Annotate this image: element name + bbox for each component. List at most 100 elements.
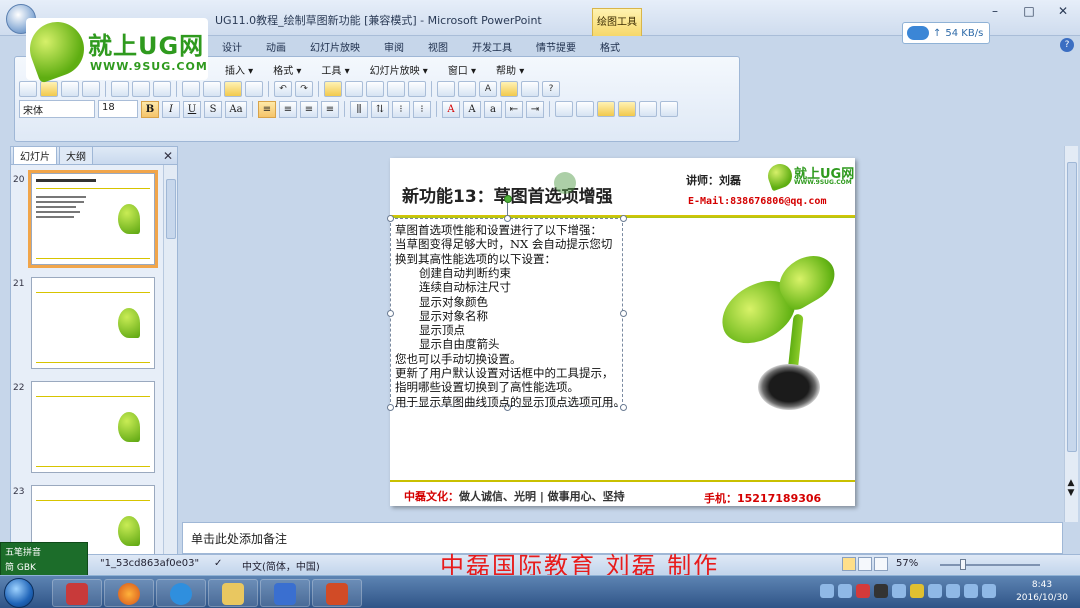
tab-developer[interactable]: 开发工具 <box>460 36 524 56</box>
tab-format[interactable]: 格式 <box>588 36 632 56</box>
previous-slide-icon[interactable]: ▲ <box>1064 478 1078 488</box>
spellcheck-icon[interactable]: ✓ <box>214 558 222 569</box>
spelling-icon[interactable] <box>153 81 171 97</box>
resize-handle[interactable] <box>504 215 511 222</box>
decrease-indent-icon[interactable]: ⇤ <box>505 100 523 118</box>
zoom-slider-knob[interactable] <box>960 559 966 570</box>
ime-encoding[interactable]: 简 GBK <box>5 560 36 573</box>
tab-outline[interactable]: 大纲 <box>59 146 93 164</box>
taskbar-ie[interactable] <box>156 579 206 607</box>
change-case-button[interactable]: Aa <box>225 100 247 118</box>
notes-placeholder[interactable]: 单击此处添加备注 <box>191 530 287 547</box>
expand-icon[interactable] <box>408 81 426 97</box>
slide-thumbnail-22[interactable] <box>31 381 155 473</box>
zoom-slider[interactable] <box>940 564 1040 566</box>
tab-view[interactable]: 视图 <box>416 36 460 56</box>
resize-handle[interactable] <box>620 215 627 222</box>
line-color-icon[interactable] <box>639 101 657 117</box>
table-icon[interactable] <box>345 81 363 97</box>
hyperlink-icon[interactable] <box>366 81 384 97</box>
chart-icon[interactable] <box>324 81 342 97</box>
network-icon[interactable] <box>964 584 978 598</box>
tray-icon[interactable] <box>910 584 924 598</box>
undo-icon[interactable]: ↶ <box>274 81 292 97</box>
slide-design-icon[interactable] <box>555 101 573 117</box>
redo-icon[interactable]: ↷ <box>295 81 313 97</box>
new-slide-icon[interactable] <box>437 81 455 97</box>
slide-scrollbar[interactable] <box>1064 146 1078 522</box>
network-speed-widget[interactable]: ↑ 54 KB/s <box>902 22 990 44</box>
numbering-icon[interactable]: ⁝ <box>413 100 431 118</box>
clock[interactable]: 8:43 2016/10/30 <box>1010 579 1074 605</box>
maximize-button[interactable]: □ <box>1012 0 1046 22</box>
font-color-icon[interactable]: A <box>442 100 460 118</box>
resize-handle[interactable] <box>620 310 627 317</box>
taskbar-app-1[interactable] <box>52 579 102 607</box>
slide-canvas[interactable]: 新功能13：草图首选项增强 讲师：刘磊 就上UG网 WWW.9SUG.COM E… <box>387 158 855 506</box>
language-indicator[interactable]: 中文(简体，中国) <box>242 558 320 573</box>
align-left-icon[interactable]: ≡ <box>258 100 276 118</box>
arrange-icon[interactable] <box>576 101 594 117</box>
italic-button[interactable]: I <box>162 100 180 118</box>
shadow-button[interactable]: S <box>204 100 222 118</box>
taskbar-firefox[interactable] <box>104 579 154 607</box>
increase-indent-icon[interactable]: ⇥ <box>526 100 544 118</box>
preview-icon[interactable] <box>132 81 150 97</box>
textbox-icon[interactable]: A <box>479 81 497 97</box>
paste-icon[interactable] <box>224 81 242 97</box>
resize-handle[interactable] <box>387 215 394 222</box>
shadow-effect-icon[interactable] <box>660 101 678 117</box>
body-textbox[interactable]: 草图首选项性能和设置进行了以下增强： 当草图变得足够大时，NX 会自动提示您切 换到… <box>387 195 627 411</box>
open-icon[interactable] <box>40 81 58 97</box>
menu-format[interactable]: 格式 ▾ <box>263 61 311 78</box>
zoom-level[interactable]: 57% <box>896 558 918 569</box>
align-right-icon[interactable]: ≡ <box>300 100 318 118</box>
menu-slideshow[interactable]: 幻灯片放映 ▾ <box>360 61 438 78</box>
resize-handle[interactable] <box>387 404 394 411</box>
scroll-thumb[interactable] <box>166 179 176 239</box>
save-icon[interactable] <box>61 81 79 97</box>
grow-font-icon[interactable]: A <box>463 100 481 118</box>
pane-scrollbar[interactable] <box>163 165 177 555</box>
shape-style-icon[interactable] <box>597 101 615 117</box>
tab-design[interactable]: 设计 <box>210 36 254 56</box>
underline-button[interactable]: U <box>183 100 201 118</box>
tray-icon[interactable] <box>874 584 888 598</box>
taskbar-app-5[interactable] <box>260 579 310 607</box>
tab-slides[interactable]: 幻灯片 <box>13 146 57 164</box>
close-icon[interactable]: ✕ <box>163 149 173 163</box>
folder-icon[interactable] <box>500 81 518 97</box>
print-icon[interactable] <box>111 81 129 97</box>
taskbar-explorer[interactable] <box>208 579 258 607</box>
taskbar-powerpoint[interactable] <box>312 579 362 607</box>
slideshow-view-icon[interactable] <box>874 557 888 571</box>
rotation-handle[interactable] <box>504 195 512 203</box>
normal-view-icon[interactable] <box>842 557 856 571</box>
new-icon[interactable] <box>19 81 37 97</box>
tray-icon[interactable] <box>892 584 906 598</box>
tray-icon[interactable] <box>946 584 960 598</box>
format-painter-icon[interactable] <box>245 81 263 97</box>
shrink-font-icon[interactable]: a <box>484 100 502 118</box>
volume-icon[interactable] <box>982 584 996 598</box>
tab-animation[interactable]: 动画 <box>254 36 298 56</box>
cut-icon[interactable] <box>182 81 200 97</box>
help-icon[interactable]: ? <box>1060 38 1074 52</box>
menu-help[interactable]: 帮助 ▾ <box>486 61 534 78</box>
scroll-thumb[interactable] <box>1067 162 1077 452</box>
tab-storyboard[interactable]: 情节提要 <box>524 36 588 56</box>
align-center-icon[interactable]: ≡ <box>279 100 297 118</box>
fill-color-icon[interactable] <box>618 101 636 117</box>
font-size-combo[interactable]: 18 <box>98 100 138 118</box>
tab-review[interactable]: 审阅 <box>372 36 416 56</box>
image-icon[interactable] <box>387 81 405 97</box>
slide-thumbnail-21[interactable] <box>31 277 155 369</box>
menu-window[interactable]: 窗口 ▾ <box>438 61 486 78</box>
slide-sorter-icon[interactable] <box>858 557 872 571</box>
menu-insert[interactable]: 插入 ▾ <box>215 61 263 78</box>
justify-icon[interactable]: ≡ <box>321 100 339 118</box>
tray-icon[interactable] <box>856 584 870 598</box>
tray-icon[interactable] <box>928 584 942 598</box>
minimize-button[interactable]: – <box>978 0 1012 22</box>
copy-icon[interactable] <box>203 81 221 97</box>
